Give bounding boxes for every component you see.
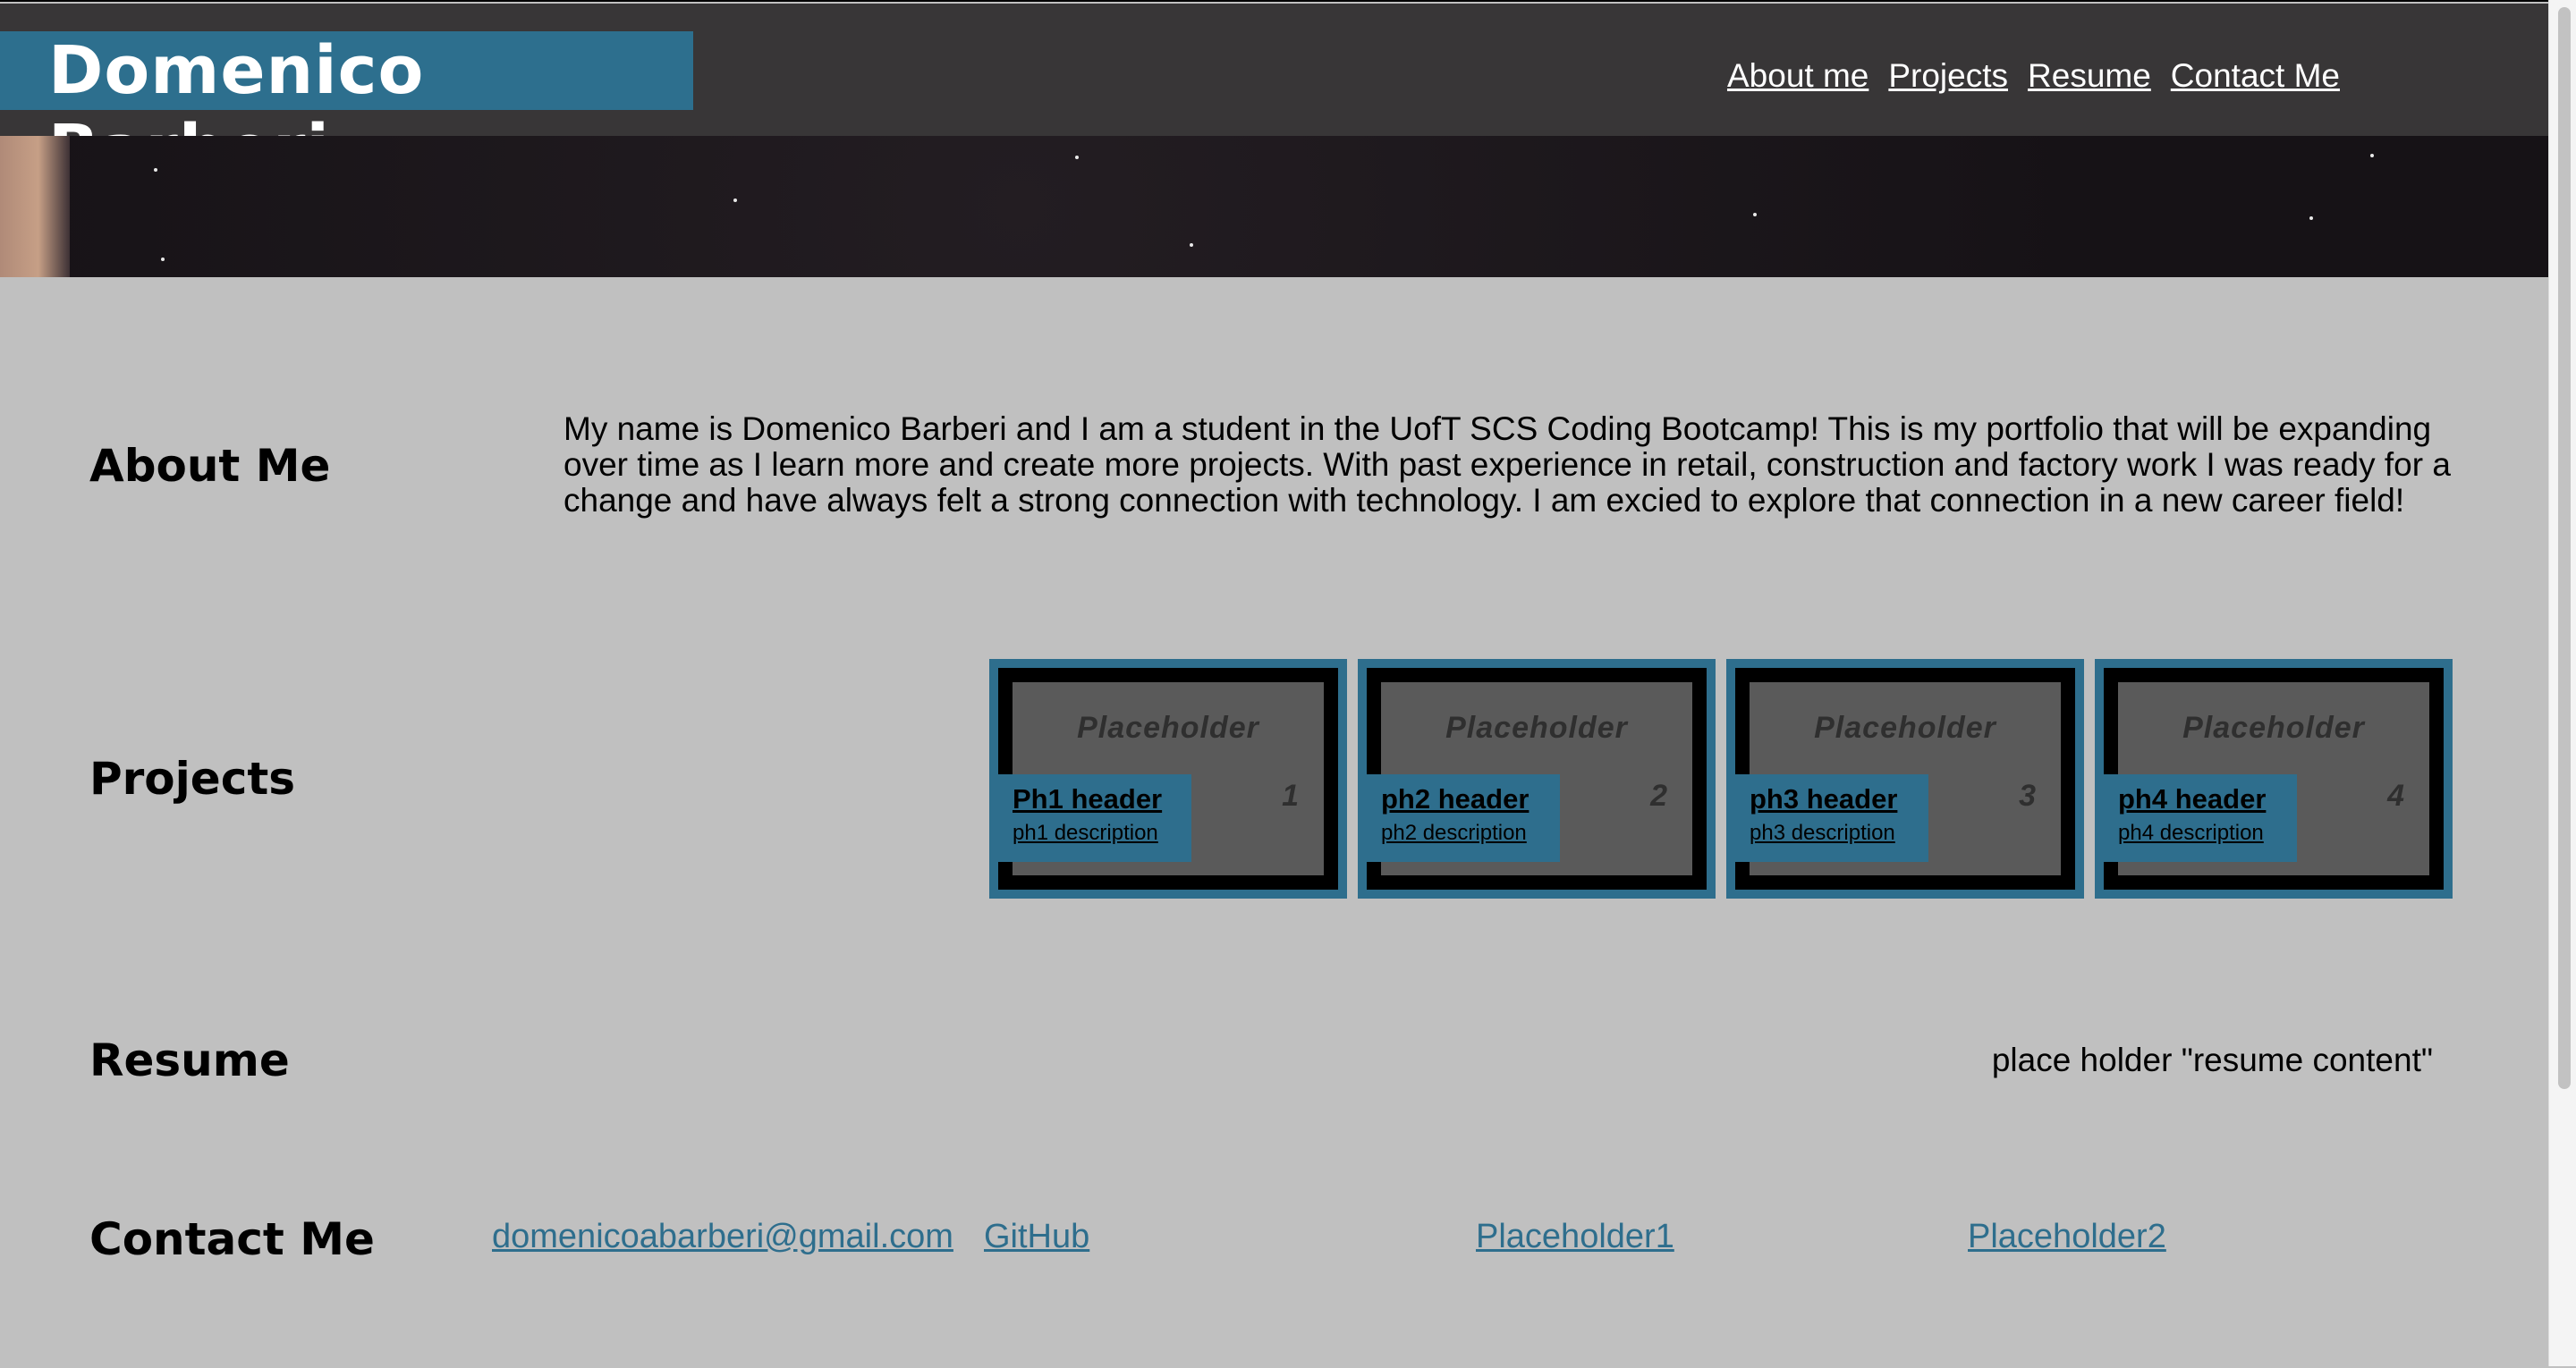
hero-star (154, 168, 157, 172)
placeholder2-link[interactable]: Placeholder2 (1968, 1218, 2166, 1256)
project-image-suffix: 1 (1282, 779, 1299, 813)
project-cards: Placeholder 1 Ph1 header ph1 description… (989, 659, 2453, 899)
projects-title: Projects (89, 753, 296, 805)
hero-star (2309, 216, 2313, 220)
project-caption: Ph1 header ph1 description (993, 774, 1191, 862)
project-caption: ph3 header ph3 description (1730, 774, 1928, 862)
project-header-link[interactable]: ph4 header (2118, 783, 2297, 815)
page: Domenico Barberi About me Projects Resum… (0, 0, 2549, 1368)
project-header-link[interactable]: ph2 header (1381, 783, 1560, 815)
contact-title: Contact Me (89, 1213, 375, 1265)
project-image-suffix: 4 (2387, 779, 2404, 813)
project-image-text: Placeholder (1445, 711, 1628, 745)
project-image-suffix: 2 (1650, 779, 1667, 813)
email-link[interactable]: domenicoabarberi@gmail.com (492, 1218, 953, 1256)
project-image-suffix: 3 (2019, 779, 2036, 813)
project-card[interactable]: Placeholder 3 ph3 header ph3 description (1726, 659, 2084, 899)
project-image-text: Placeholder (2182, 711, 2365, 745)
about-text: My name is Domenico Barberi and I am a s… (564, 410, 2451, 519)
vertical-scrollbar[interactable] (2548, 0, 2576, 1366)
hero-star (1753, 213, 1757, 216)
project-header-link[interactable]: ph3 header (1750, 783, 1928, 815)
resume-title: Resume (89, 1034, 290, 1086)
project-caption: ph2 header ph2 description (1361, 774, 1560, 862)
project-header-link[interactable]: Ph1 header (1013, 783, 1191, 815)
nav-projects-link[interactable]: Projects (1888, 57, 2008, 95)
hero-star (1075, 156, 1079, 159)
project-description-link[interactable]: ph4 description (2118, 821, 2297, 846)
site-header: Domenico Barberi About me Projects Resum… (0, 4, 2549, 188)
project-description-link[interactable]: ph1 description (1013, 821, 1191, 846)
hero-star (733, 198, 737, 202)
project-description-link[interactable]: ph2 description (1381, 821, 1560, 846)
hero-banner-image (0, 136, 2549, 277)
project-image-text: Placeholder (1814, 711, 1996, 745)
about-title: About Me (89, 440, 331, 492)
project-card[interactable]: Placeholder 1 Ph1 header ph1 description (989, 659, 1347, 899)
hero-star (2370, 154, 2374, 157)
project-image-text: Placeholder (1077, 711, 1259, 745)
nav-resume-link[interactable]: Resume (2028, 57, 2151, 95)
nav-about-link[interactable]: About me (1727, 57, 1868, 95)
site-title: Domenico Barberi (0, 31, 693, 188)
project-description-link[interactable]: ph3 description (1750, 821, 1928, 846)
placeholder1-link[interactable]: Placeholder1 (1476, 1218, 1674, 1256)
github-link[interactable]: GitHub (984, 1218, 1089, 1256)
hero-star (161, 258, 165, 261)
project-card[interactable]: Placeholder 2 ph2 header ph2 description (1358, 659, 1716, 899)
nav-contact-link[interactable]: Contact Me (2171, 57, 2340, 95)
main-nav: About me Projects Resume Contact Me (1727, 57, 2340, 95)
hero-star (1190, 243, 1193, 247)
scrollbar-thumb[interactable] (2558, 7, 2571, 1089)
project-card[interactable]: Placeholder 4 ph4 header ph4 description (2095, 659, 2453, 899)
hero-banner-edge (0, 136, 70, 277)
resume-content: place holder "resume content" (1991, 1042, 2433, 1078)
project-caption: ph4 header ph4 description (2098, 774, 2297, 862)
